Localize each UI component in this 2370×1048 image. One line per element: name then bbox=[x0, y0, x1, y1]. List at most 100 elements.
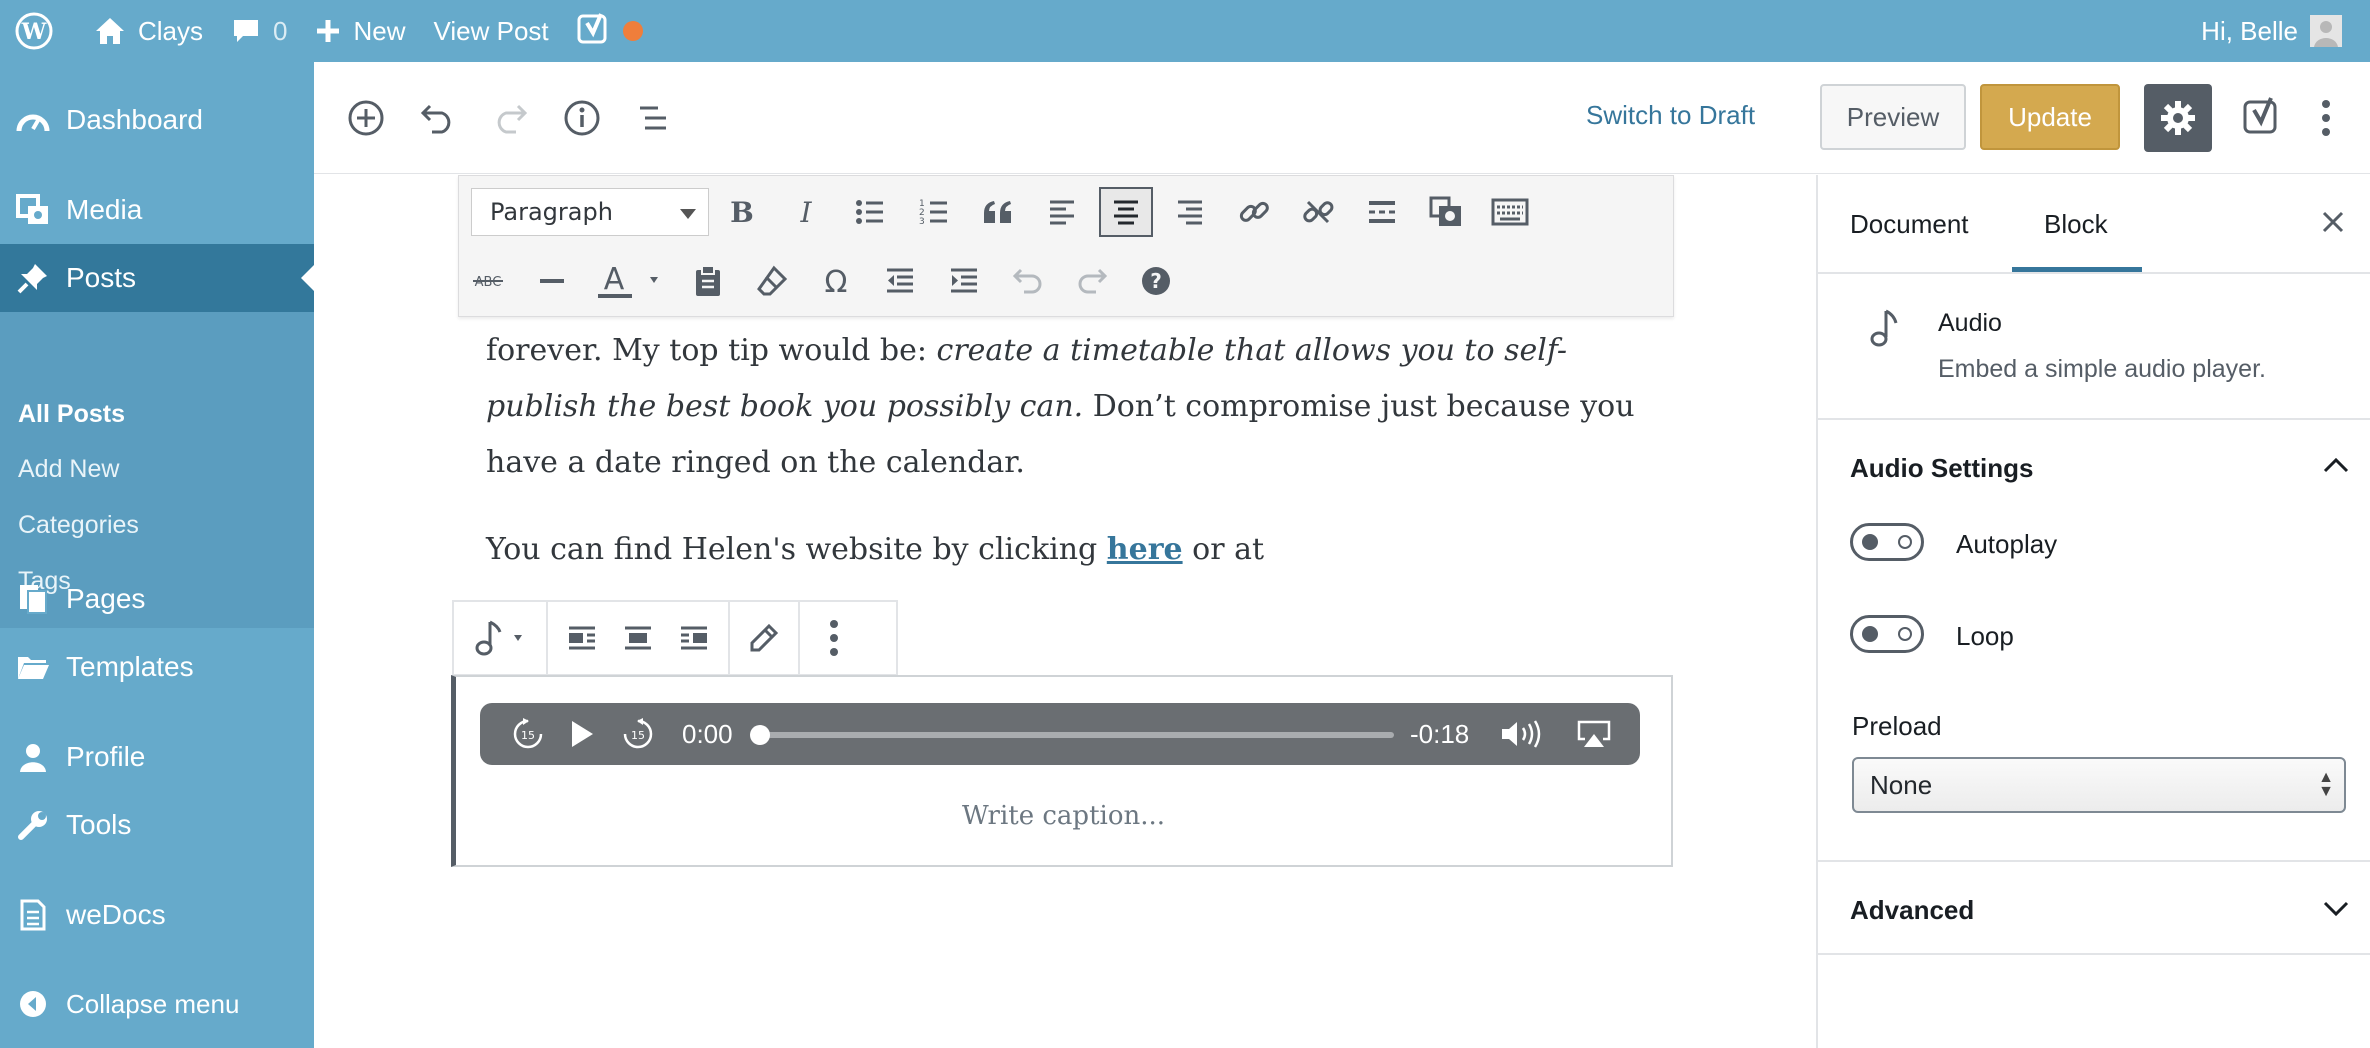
paste-as-text-button[interactable] bbox=[681, 256, 735, 306]
remove-link-button[interactable] bbox=[1291, 187, 1345, 237]
numbered-list-button[interactable]: 123 bbox=[907, 187, 961, 237]
advanced-panel-title[interactable]: Advanced bbox=[1850, 895, 1974, 926]
airplay-button[interactable] bbox=[1570, 715, 1618, 753]
block-switcher[interactable] bbox=[454, 602, 548, 674]
skip-forward-button[interactable]: 15 bbox=[618, 715, 658, 753]
volume-button[interactable] bbox=[1498, 715, 1546, 753]
wordpress-logo-button[interactable]: W bbox=[0, 0, 80, 62]
add-block-button[interactable] bbox=[344, 96, 388, 140]
add-media-button[interactable] bbox=[1419, 187, 1473, 237]
list-outline-icon bbox=[640, 106, 666, 130]
switch-to-draft-button[interactable]: Switch to Draft bbox=[1586, 100, 1755, 131]
play-button[interactable] bbox=[562, 715, 602, 753]
sidebar-item-dashboard[interactable]: Dashboard bbox=[0, 86, 314, 154]
close-inspector-button[interactable] bbox=[2318, 207, 2348, 237]
align-right-button[interactable] bbox=[1163, 187, 1217, 237]
paragraph-line[interactable]: You can find Helen's website by clicking… bbox=[486, 532, 1264, 567]
unlink-icon bbox=[1303, 200, 1334, 224]
chevron-down-icon[interactable] bbox=[2322, 899, 2350, 919]
text-color-button[interactable]: A bbox=[589, 256, 669, 306]
align-center-button[interactable] bbox=[610, 608, 666, 668]
sidebar-item-templates[interactable]: Templates bbox=[0, 633, 314, 701]
align-left-button[interactable] bbox=[1035, 187, 1089, 237]
italic-button[interactable]: I bbox=[779, 187, 833, 237]
loop-label: Loop bbox=[1956, 621, 2014, 651]
sidebar-item-label: Dashboard bbox=[66, 104, 203, 135]
folder-icon bbox=[18, 657, 49, 679]
horizontal-line-button[interactable] bbox=[525, 256, 579, 306]
block-navigation-button[interactable] bbox=[632, 96, 676, 140]
tab-block[interactable]: Block bbox=[2044, 209, 2108, 240]
sidebar-item-label: Templates bbox=[66, 651, 194, 682]
content-info-button[interactable] bbox=[560, 96, 604, 140]
sidebar-item-media[interactable]: Media bbox=[0, 176, 314, 244]
paragraph-line[interactable]: have a date ringed on the calendar. bbox=[486, 445, 1025, 480]
progress-knob[interactable] bbox=[750, 725, 770, 745]
loop-toggle[interactable] bbox=[1850, 615, 1924, 653]
comments-link[interactable]: 0 bbox=[217, 0, 301, 62]
yoast-seo-button[interactable] bbox=[2236, 92, 2288, 144]
music-note-icon bbox=[1868, 307, 1898, 349]
sidebar-item-tools[interactable]: Tools bbox=[0, 791, 314, 859]
strikethrough-button[interactable]: ABC bbox=[461, 256, 515, 306]
collapse-menu-button[interactable]: Collapse menu bbox=[0, 970, 314, 1038]
view-post-link[interactable]: View Post bbox=[420, 0, 563, 62]
sidebar-item-posts[interactable]: Posts bbox=[0, 244, 314, 312]
yoast-menu[interactable] bbox=[563, 0, 657, 62]
toolbar-toggle-button[interactable] bbox=[1483, 187, 1537, 237]
keyboard-shortcuts-button[interactable]: ? bbox=[1129, 256, 1183, 306]
blockquote-button[interactable] bbox=[971, 187, 1025, 237]
sidebar-item-pages[interactable]: Pages bbox=[0, 565, 314, 633]
undo-icon bbox=[420, 104, 451, 134]
account-menu[interactable]: Hi, Belle bbox=[2187, 0, 2356, 62]
bulleted-list-button[interactable] bbox=[843, 187, 897, 237]
align-right-button[interactable] bbox=[666, 608, 722, 668]
skip-back-button[interactable]: 15 bbox=[508, 715, 548, 753]
text-color-icon: A bbox=[598, 262, 658, 298]
autoplay-toggle[interactable] bbox=[1850, 523, 1924, 561]
edit-audio-button[interactable] bbox=[736, 608, 792, 668]
preview-button[interactable]: Preview bbox=[1820, 84, 1966, 150]
settings-toggle-button[interactable] bbox=[2144, 84, 2212, 152]
align-left-button[interactable] bbox=[554, 608, 610, 668]
read-more-button[interactable] bbox=[1355, 187, 1409, 237]
bold-button[interactable]: B bbox=[715, 187, 769, 237]
special-character-button[interactable]: Ω bbox=[809, 256, 863, 306]
preload-select[interactable]: None ▲ ▼ bbox=[1852, 757, 2346, 813]
undo-button[interactable] bbox=[416, 96, 460, 140]
insert-link-button[interactable] bbox=[1227, 187, 1281, 237]
document-icon bbox=[20, 899, 46, 931]
increase-indent-button[interactable] bbox=[937, 256, 991, 306]
format-select[interactable]: Paragraph bbox=[471, 188, 709, 236]
classic-redo-button[interactable] bbox=[1065, 256, 1119, 306]
comment-bubble-icon bbox=[234, 20, 259, 42]
new-content-link[interactable]: New bbox=[301, 0, 419, 62]
align-center-button[interactable] bbox=[1099, 187, 1153, 237]
chevron-up-icon[interactable] bbox=[2322, 455, 2350, 475]
editor-header: Switch to Draft Preview Update bbox=[314, 62, 2370, 174]
submenu-add-new[interactable]: Add New bbox=[18, 455, 119, 484]
paragraph-line[interactable]: forever. My top tip would be: create a t… bbox=[486, 333, 1567, 368]
progress-track[interactable] bbox=[754, 732, 1394, 738]
sidebar-item-wedocs[interactable]: weDocs bbox=[0, 881, 314, 949]
redo-icon bbox=[1078, 268, 1108, 294]
update-button[interactable]: Update bbox=[1980, 84, 2120, 150]
collapse-icon bbox=[20, 991, 46, 1017]
clear-formatting-button[interactable] bbox=[745, 256, 799, 306]
site-name-link[interactable]: Clays bbox=[80, 0, 217, 62]
paragraph-line[interactable]: publish the best book you possibly can. … bbox=[486, 389, 1635, 424]
redo-button[interactable] bbox=[488, 96, 532, 140]
here-link[interactable]: here bbox=[1107, 532, 1183, 567]
tab-document[interactable]: Document bbox=[1850, 209, 1969, 240]
sidebar-item-profile[interactable]: Profile bbox=[0, 723, 314, 791]
classic-undo-button[interactable] bbox=[1001, 256, 1055, 306]
decrease-indent-button[interactable] bbox=[873, 256, 927, 306]
audio-settings-panel-title[interactable]: Audio Settings bbox=[1850, 453, 2033, 484]
caption-input[interactable]: Write caption... bbox=[456, 801, 1671, 831]
block-more-options-button[interactable] bbox=[806, 608, 862, 668]
submenu-all-posts[interactable]: All Posts bbox=[18, 400, 125, 429]
audio-block[interactable]: 15 15 0:00 -0:18 Write caption... bbox=[451, 675, 1673, 867]
more-options-button[interactable] bbox=[2304, 92, 2348, 144]
bold-icon: B bbox=[730, 197, 754, 227]
submenu-categories[interactable]: Categories bbox=[18, 511, 139, 540]
